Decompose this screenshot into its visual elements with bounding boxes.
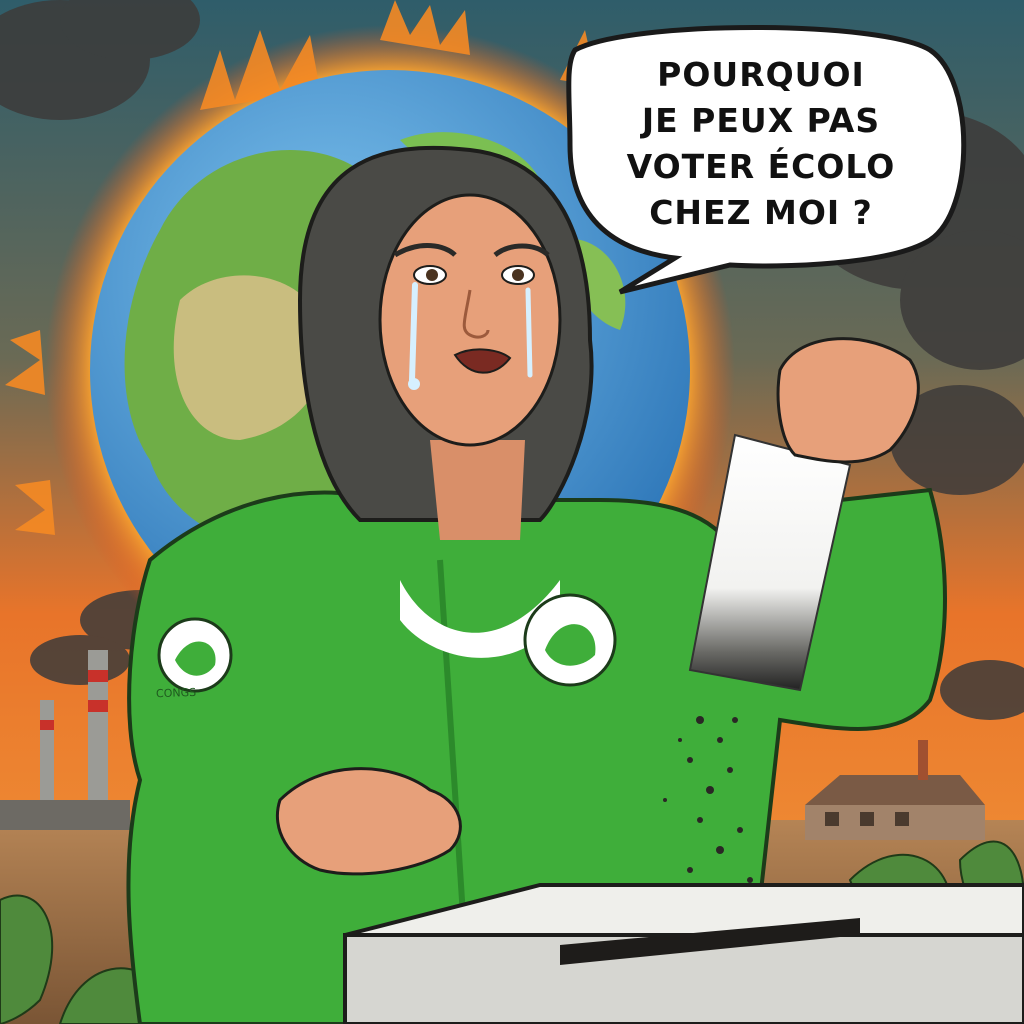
speech-line-3: VOTER ÉCOLO (626, 147, 896, 186)
woman-head (297, 145, 594, 540)
speech-line-1: POURQUOI (657, 55, 865, 94)
comic-scene: POURQUOI JE PEUX PAS VOTER ÉCOLO CHEZ MO… (0, 0, 1024, 1024)
right-hand (776, 337, 920, 464)
speech-bubble-text: POURQUOI JE PEUX PAS VOTER ÉCOLO CHEZ MO… (596, 44, 926, 244)
speech-line-4: CHEZ MOI ? (649, 193, 873, 232)
sleeve-logo-text: CONGS (155, 685, 197, 701)
speech-line-2: JE PEUX PAS (641, 101, 881, 140)
